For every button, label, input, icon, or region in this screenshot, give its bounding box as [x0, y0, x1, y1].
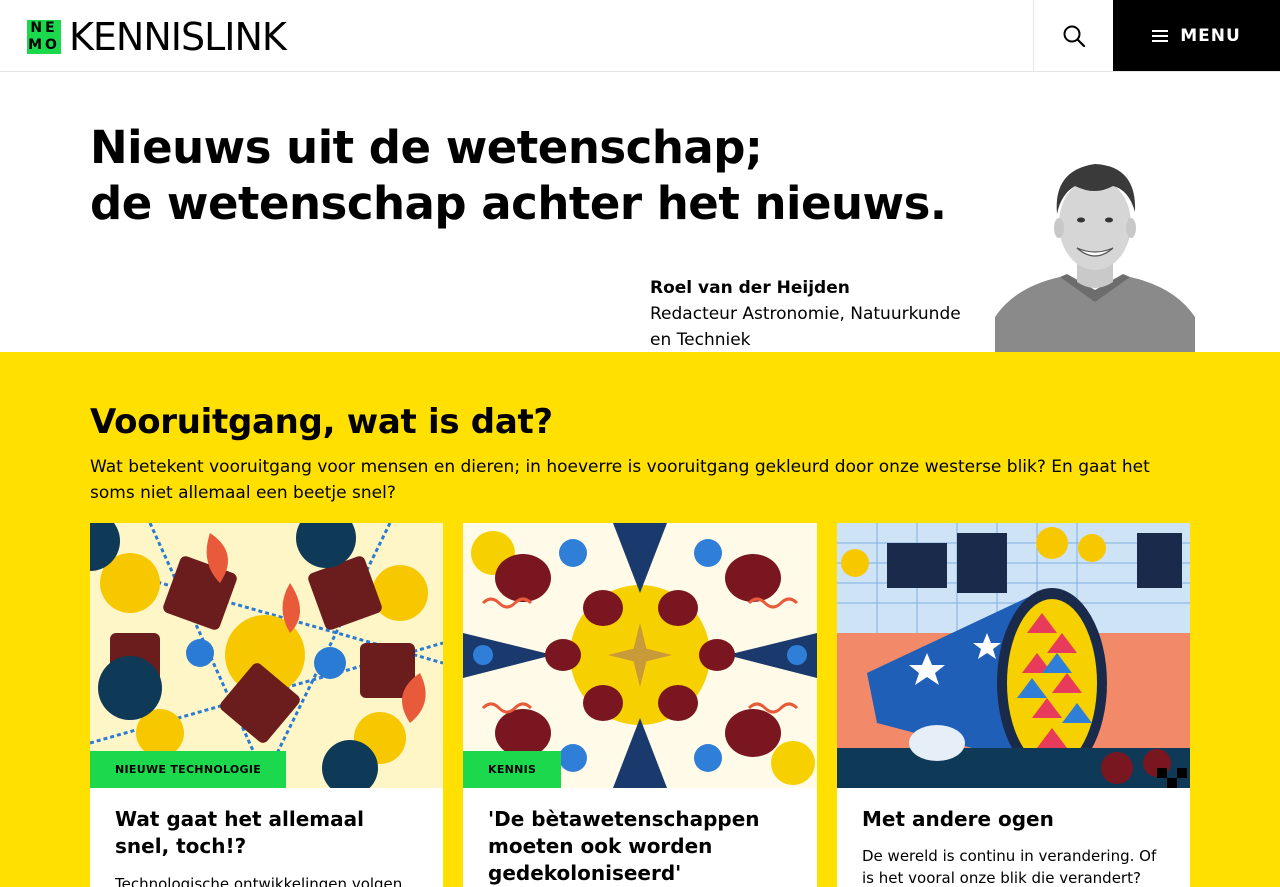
menu-button[interactable]: MENU [1113, 0, 1280, 71]
author-portrait-illustration [995, 152, 1195, 352]
author-name: Roel van der Heijden [650, 278, 850, 298]
logo-wordmark: KENNISLINK [69, 15, 287, 59]
megaphone-collage-illustration [837, 523, 1190, 788]
kaleidoscope-gears-illustration [90, 523, 443, 788]
card-excerpt: De wereld is continu in verandering. Of … [862, 847, 1157, 887]
hero-title-line-1: Nieuws uit de wetenschap; [90, 121, 763, 174]
logo-mark-bottom: MO [28, 37, 60, 53]
dossier-section: Vooruitgang, wat is dat? Wat betekent vo… [0, 352, 1280, 887]
hero-title-line-2: de wetenschap achter het nieuws. [90, 177, 947, 230]
author-role: Redacteur Astronomie, Natuurkunde en Tec… [650, 304, 961, 350]
article-card-1[interactable]: NIEUWE TECHNOLOGIE Wat gaat het allemaal… [90, 523, 443, 887]
author-info[interactable]: Roel van der Heijden Redacteur Astronomi… [650, 275, 980, 353]
article-card-image[interactable]: KENNIS [463, 523, 817, 788]
hamburger-icon [1152, 29, 1169, 42]
dossier-description: Wat betekent vooruitgang voor mensen en … [90, 457, 1150, 503]
kennislink-logo[interactable]: NE MO KENNISLINK [27, 15, 287, 59]
nemo-logo-mark: NE MO [27, 20, 61, 54]
article-card-3[interactable]: Met andere ogen De wereld is continu in … [837, 523, 1190, 887]
card-category-tag[interactable]: NIEUWE TECHNOLOGIE [90, 751, 287, 788]
site-header: NE MO KENNISLINK MENU [0, 0, 1280, 72]
card-title[interactable]: Met andere ogen [862, 806, 1172, 833]
menu-label: MENU [1180, 25, 1241, 46]
kaleidoscope-heads-illustration [463, 523, 817, 788]
card-title[interactable]: Wat gaat het allemaal snel, toch!? [115, 806, 425, 860]
article-card-2[interactable]: KENNIS 'De bètawetenschappen moeten ook … [463, 523, 817, 887]
search-button[interactable] [1033, 0, 1113, 71]
hero-title: Nieuws uit de wetenschap; de wetenschap … [90, 120, 970, 232]
card-category-tag[interactable]: KENNIS [463, 751, 562, 788]
search-icon [1063, 25, 1085, 47]
article-card-image[interactable]: NIEUWE TECHNOLOGIE [90, 523, 443, 788]
card-excerpt: Technologische ontwikkelingen volgen [115, 875, 403, 887]
card-title[interactable]: 'De bètawetenschappen moeten ook worden … [488, 806, 798, 887]
dossier-title[interactable]: Vooruitgang, wat is dat? [90, 402, 553, 442]
article-card-image[interactable] [837, 523, 1190, 788]
logo-mark-top: NE [30, 20, 58, 36]
author-portrait[interactable] [995, 152, 1195, 352]
